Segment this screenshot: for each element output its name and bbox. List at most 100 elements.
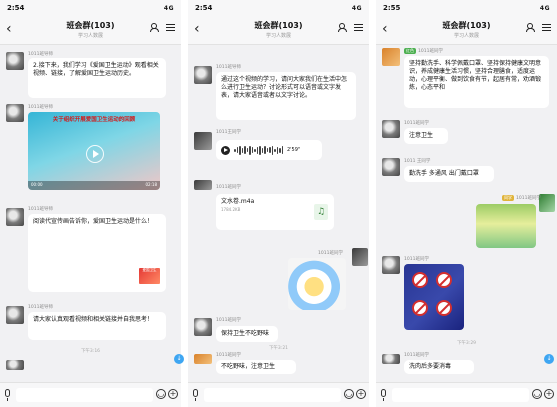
prohibition-icon bbox=[436, 272, 452, 288]
sender-name: 1011班同学 bbox=[404, 121, 429, 126]
avatar[interactable] bbox=[6, 104, 24, 122]
message-bubble[interactable]: 保持卫生不吃野味 bbox=[216, 326, 278, 342]
group-members-icon[interactable] bbox=[338, 23, 349, 32]
avatar[interactable] bbox=[352, 248, 368, 266]
chat-header: ‹ 班会群(103) 学习人数展 bbox=[188, 16, 369, 45]
avatar[interactable] bbox=[194, 132, 212, 150]
voice-duration: 2'59" bbox=[287, 147, 301, 153]
emoji-icon[interactable]: ◡ bbox=[532, 389, 542, 399]
avatar[interactable] bbox=[382, 48, 400, 66]
message-bubble[interactable]: 2.接下来，我们学习《爱国卫生运动》观看相关视频、链接，了解爱国卫生运动历史。 bbox=[28, 58, 166, 98]
message-input[interactable] bbox=[16, 388, 153, 402]
sender-name: 1011班导师 bbox=[216, 65, 241, 70]
sticker-image[interactable] bbox=[288, 258, 346, 310]
plus-icon[interactable]: + bbox=[356, 389, 366, 399]
input-bar: ◡ + bbox=[188, 382, 369, 407]
member-tag: 红色 bbox=[404, 48, 416, 54]
avatar[interactable] bbox=[6, 360, 24, 370]
status-bar: 2:54 4G bbox=[0, 0, 181, 16]
sender-name: 1011班同学 bbox=[318, 251, 343, 256]
file-message[interactable]: 文水卷.m4a 1784.2KB ♫ bbox=[216, 194, 334, 230]
play-icon[interactable] bbox=[86, 145, 104, 163]
chat-screen-3: 2:55 4G ‹ 班会群(103) 学习人数展 红色 1011班同学 坚持勤洗手… bbox=[376, 0, 557, 407]
video-time: 00:00 bbox=[31, 182, 43, 187]
sender-name: 1011班同学 bbox=[216, 353, 241, 358]
poster-thumbnail[interactable]: 爱国卫生 bbox=[139, 268, 160, 284]
message-bubble[interactable]: 通过这个视频的学习，请问大家我们在生活中怎么进行卫生运动？讨论形式可以语音或文字… bbox=[216, 72, 356, 120]
avatar[interactable] bbox=[6, 52, 24, 70]
video-duration: 02:18 bbox=[145, 182, 157, 187]
group-members-icon[interactable] bbox=[526, 23, 537, 32]
message-bubble[interactable]: 注意卫生 bbox=[404, 128, 448, 144]
signal-indicator: 4G bbox=[539, 4, 550, 12]
menu-icon[interactable] bbox=[542, 23, 551, 32]
play-icon[interactable] bbox=[221, 145, 230, 155]
avatar[interactable] bbox=[194, 180, 212, 190]
microphone-icon[interactable] bbox=[5, 389, 10, 401]
voice-message[interactable]: 2'59" bbox=[216, 140, 322, 160]
message-text: 阅读代宣传画告诉你，爱国卫生运动是什么！ bbox=[33, 218, 154, 225]
message-bubble[interactable]: 勤洗手 多通风 出门戴口罩 bbox=[404, 166, 494, 182]
message-bubble[interactable]: 洗肉后多要消毒 bbox=[404, 360, 474, 374]
sender-name: 1011班导师 bbox=[28, 305, 53, 310]
avatar[interactable] bbox=[194, 318, 212, 336]
timestamp: 下午3:21 bbox=[268, 346, 289, 351]
video-message[interactable]: 关于组织开展爱国卫生运动的回顾 00:00 02:18 bbox=[28, 112, 160, 190]
message-bubble[interactable]: 阅读代宣传画告诉你，爱国卫生运动是什么！ 爱国卫生 bbox=[28, 214, 166, 292]
video-progress: 00:00 02:18 bbox=[28, 181, 160, 190]
sender-name: 同学 1011班同学 bbox=[502, 195, 541, 201]
status-time: 2:55 bbox=[383, 4, 401, 12]
avatar[interactable] bbox=[382, 256, 400, 274]
prohibition-icon bbox=[412, 300, 428, 316]
avatar[interactable] bbox=[382, 354, 400, 364]
sender-name: 红色 1011班同学 bbox=[404, 48, 443, 54]
signal-indicator: 4G bbox=[351, 4, 362, 12]
sender-name: 1011班导师 bbox=[28, 207, 53, 212]
avatar[interactable] bbox=[382, 120, 400, 138]
avatar[interactable] bbox=[6, 306, 24, 324]
message-bubble[interactable]: 请大家认真观看视频和相关链接并自我思考！ bbox=[28, 312, 166, 340]
group-subtitle: 学习人数展 bbox=[77, 33, 103, 39]
signal-indicator: 4G bbox=[163, 4, 174, 12]
avatar[interactable] bbox=[194, 354, 212, 364]
audio-file-icon: ♫ bbox=[314, 204, 328, 220]
file-name: 文水卷.m4a bbox=[221, 198, 255, 205]
plus-icon[interactable]: + bbox=[544, 389, 554, 399]
timestamp: 下午3:16 bbox=[80, 349, 101, 354]
avatar[interactable] bbox=[382, 158, 400, 176]
chat-screen-2: 2:54 4G ‹ 班会群(103) 学习人数展 1011班导师 通过这个视频的… bbox=[188, 0, 369, 407]
exercise-photo[interactable] bbox=[476, 204, 536, 248]
avatar[interactable] bbox=[539, 194, 555, 212]
prohibition-icon bbox=[436, 300, 452, 316]
menu-icon[interactable] bbox=[354, 23, 363, 32]
chat-header: ‹ 班会群(103) 学习人数展 bbox=[0, 16, 181, 45]
microphone-icon[interactable] bbox=[381, 389, 386, 401]
sender-name: 1011班导师 bbox=[28, 52, 53, 57]
emoji-icon[interactable]: ◡ bbox=[156, 389, 166, 399]
message-input[interactable] bbox=[392, 388, 529, 402]
emoji-icon[interactable]: ◡ bbox=[344, 389, 354, 399]
avatar[interactable] bbox=[6, 208, 24, 226]
message-input[interactable] bbox=[204, 388, 341, 402]
menu-icon[interactable] bbox=[166, 23, 175, 32]
plus-icon[interactable]: + bbox=[168, 389, 178, 399]
status-bar: 2:54 4G bbox=[188, 0, 369, 16]
avatar[interactable] bbox=[194, 66, 212, 84]
chat-header: ‹ 班会群(103) 学习人数展 bbox=[376, 16, 557, 45]
message-bubble[interactable]: 不吃野味，注意卫生 bbox=[216, 360, 296, 374]
message-bubble[interactable]: 坚持勤洗手、科学佩戴口罩、坚持保持健康文明意识，养成健康生活习惯，坚持合理膳食，… bbox=[404, 56, 549, 108]
file-size: 1784.2KB bbox=[221, 207, 241, 212]
group-subtitle: 学习人数展 bbox=[453, 33, 479, 39]
sender-name: 1011班同学 bbox=[216, 185, 241, 190]
group-members-icon[interactable] bbox=[150, 23, 161, 32]
sender-name: 1011班同学 bbox=[404, 257, 429, 262]
status-bar: 2:55 4G bbox=[376, 0, 557, 16]
sender-name: 1011 王同学 bbox=[404, 159, 431, 164]
sender-name: 1011王同学 bbox=[216, 130, 241, 135]
sender-name: 1011班导师 bbox=[28, 105, 53, 110]
microphone-icon[interactable] bbox=[193, 389, 198, 401]
new-message-indicator[interactable]: ↓ bbox=[174, 354, 184, 364]
no-wildlife-poster[interactable] bbox=[404, 264, 464, 330]
member-tag: 同学 bbox=[502, 195, 514, 201]
new-message-indicator[interactable]: ↓ bbox=[544, 354, 554, 364]
